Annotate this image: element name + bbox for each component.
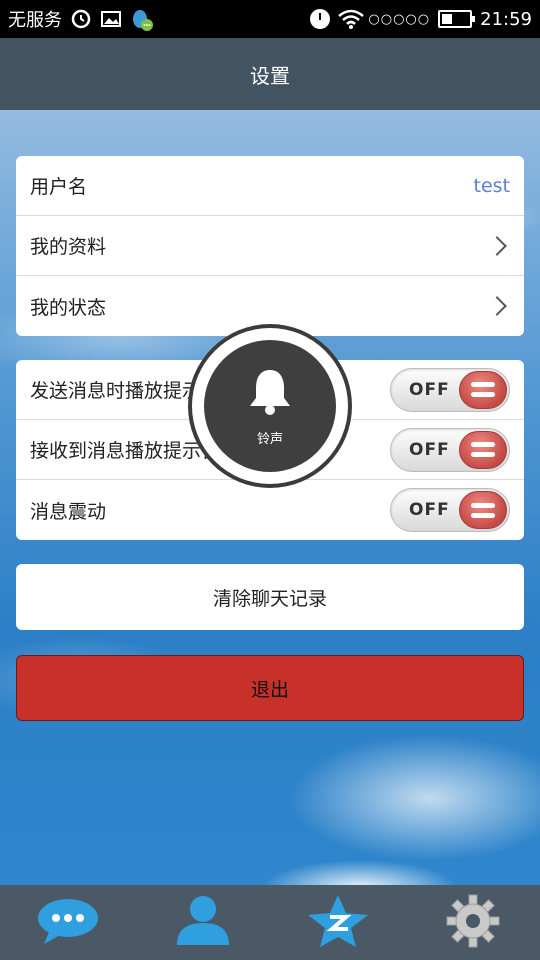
battery-icon xyxy=(438,10,476,28)
logout-label: 退出 xyxy=(250,678,289,701)
toggle-knob xyxy=(459,370,507,409)
toggle-text: OFF xyxy=(409,379,450,400)
username-value: test xyxy=(473,174,511,197)
chat-icon xyxy=(36,896,100,950)
nav-chat[interactable] xyxy=(28,888,108,958)
receive-sound-toggle[interactable]: OFF xyxy=(390,427,510,472)
bell-icon xyxy=(246,366,294,422)
account-card: 用户名 test 我的资料 我的状态 xyxy=(16,156,524,336)
bottom-nav xyxy=(0,885,540,960)
wifi-icon xyxy=(338,8,365,30)
page-title: 设置 xyxy=(250,63,290,88)
vibrate-toggle[interactable]: OFF xyxy=(390,488,510,532)
signal-dots: ○○○○○ xyxy=(368,11,431,27)
receive-sound-label: 接收到消息播放提示音 xyxy=(30,440,221,462)
nav-qzone[interactable] xyxy=(298,888,378,958)
vibrate-label: 消息震动 xyxy=(30,500,107,523)
status-bar: 无服务 ○○○○○ 21:59 xyxy=(0,0,540,38)
toggle-knob xyxy=(459,491,507,529)
qzone-star-icon xyxy=(306,893,370,953)
carrier-text: 无服务 xyxy=(8,10,62,31)
my-profile-label: 我的资料 xyxy=(30,236,107,258)
settings-gear-icon xyxy=(443,891,503,955)
username-row: 用户名 test xyxy=(16,156,524,216)
vibrate-row: 消息震动 OFF xyxy=(16,480,524,540)
clock-text: 21:59 xyxy=(480,8,532,30)
clear-chat-history-label: 清除聊天记录 xyxy=(212,587,327,610)
my-profile-row[interactable]: 我的资料 xyxy=(16,216,524,276)
contacts-icon xyxy=(171,893,235,953)
image-icon xyxy=(100,8,122,30)
toggle-text: OFF xyxy=(409,439,450,460)
alarm-icon xyxy=(310,9,331,29)
clear-chat-history-button[interactable]: 清除聊天记录 xyxy=(16,564,524,630)
toggle-knob xyxy=(459,430,507,469)
chevron-right-icon xyxy=(487,296,507,316)
send-sound-toggle[interactable]: OFF xyxy=(390,367,510,412)
ringtone-toast-inner: 铃声 xyxy=(204,340,336,472)
qq-icon xyxy=(130,8,153,31)
ringtone-label: 铃声 xyxy=(256,431,283,447)
ringtone-toast: 铃声 xyxy=(188,324,352,488)
page-header: 设置 xyxy=(0,38,540,110)
nav-settings[interactable] xyxy=(433,888,513,958)
chevron-right-icon xyxy=(487,235,507,256)
my-status-label: 我的状态 xyxy=(30,296,107,319)
logout-button[interactable]: 退出 xyxy=(16,655,524,721)
sync-icon xyxy=(70,8,92,30)
nav-contacts[interactable] xyxy=(163,888,243,958)
toggle-text: OFF xyxy=(409,500,450,520)
username-label: 用户名 xyxy=(30,176,88,198)
